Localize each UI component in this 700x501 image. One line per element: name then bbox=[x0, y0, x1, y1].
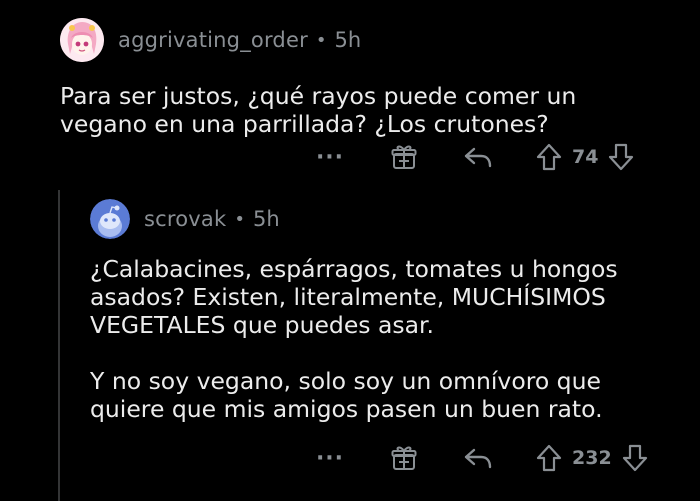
more-options-button[interactable]: ··· bbox=[310, 145, 350, 170]
meta-separator: • bbox=[315, 29, 327, 51]
more-options-button[interactable]: ··· bbox=[310, 446, 350, 471]
username[interactable]: aggrivating_order bbox=[118, 28, 308, 52]
comment-actions: ··· 232 bbox=[310, 441, 652, 475]
comment-body: ¿Calabacines, espárragos, tomates u hong… bbox=[90, 255, 618, 423]
reply-button[interactable] bbox=[458, 145, 498, 169]
downvote-icon bbox=[622, 444, 647, 472]
avatar[interactable] bbox=[60, 18, 104, 62]
upvote-icon bbox=[536, 143, 562, 171]
award-icon bbox=[391, 446, 417, 470]
comment-actions: ··· 74 bbox=[310, 140, 638, 174]
comment-body: Para ser justos, ¿qué rayos puede comer … bbox=[60, 82, 577, 138]
more-options-icon: ··· bbox=[315, 144, 345, 170]
downvote-button[interactable] bbox=[618, 444, 652, 472]
award-button[interactable] bbox=[384, 143, 424, 171]
downvote-icon bbox=[609, 143, 634, 171]
reply-button[interactable] bbox=[458, 446, 498, 470]
award-icon bbox=[391, 145, 417, 169]
more-options-icon: ··· bbox=[315, 445, 345, 471]
comment-meta: scrovak • 5h bbox=[90, 199, 690, 239]
avatar[interactable] bbox=[90, 199, 130, 239]
reply-icon bbox=[464, 448, 492, 469]
timestamp[interactable]: 5h bbox=[335, 28, 362, 52]
timestamp[interactable]: 5h bbox=[253, 207, 280, 231]
anime-avatar-icon bbox=[60, 18, 104, 62]
reply-icon bbox=[464, 147, 492, 168]
comment-meta: aggrivating_order • 5h bbox=[60, 18, 680, 62]
username[interactable]: scrovak bbox=[144, 207, 226, 231]
upvote-icon bbox=[536, 444, 562, 472]
award-button[interactable] bbox=[384, 444, 424, 472]
meta-separator: • bbox=[234, 208, 245, 230]
comment-reply: scrovak • 5h ¿Calabacines, espárragos, t… bbox=[90, 199, 690, 423]
comment-parent: aggrivating_order • 5h Para ser justos, … bbox=[60, 18, 680, 138]
vote-count: 232 bbox=[572, 447, 612, 469]
thread-line[interactable] bbox=[58, 190, 60, 501]
vote-count: 74 bbox=[572, 146, 599, 168]
snoo-avatar-icon bbox=[90, 199, 130, 239]
upvote-button[interactable] bbox=[532, 444, 566, 472]
downvote-button[interactable] bbox=[604, 143, 638, 171]
upvote-button[interactable] bbox=[532, 143, 566, 171]
